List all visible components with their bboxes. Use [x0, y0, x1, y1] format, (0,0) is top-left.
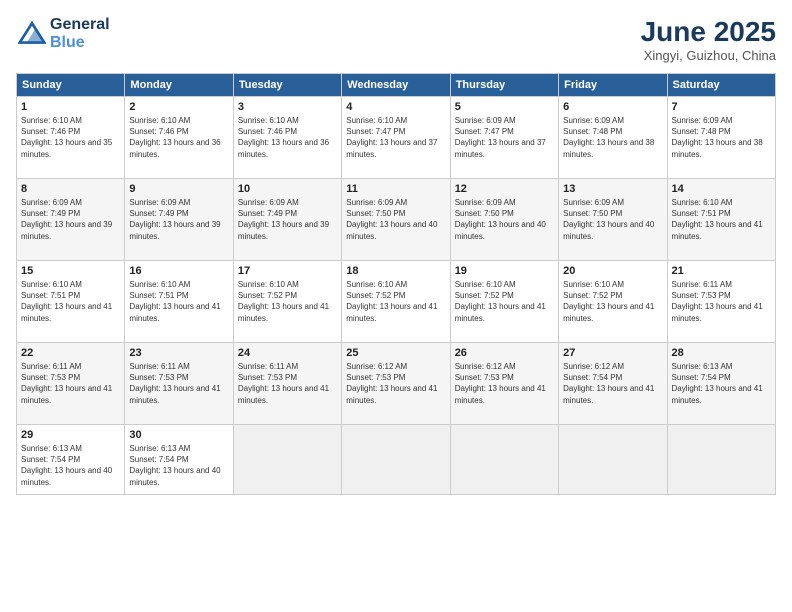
list-item: 19 Sunrise: 6:10 AMSunset: 7:52 PMDaylig…	[450, 261, 558, 343]
list-item: 13 Sunrise: 6:09 AMSunset: 7:50 PMDaylig…	[559, 179, 667, 261]
calendar-table: Sunday Monday Tuesday Wednesday Thursday…	[16, 73, 776, 495]
list-item: 15 Sunrise: 6:10 AMSunset: 7:51 PMDaylig…	[17, 261, 125, 343]
table-row: 22 Sunrise: 6:11 AMSunset: 7:53 PMDaylig…	[17, 343, 776, 425]
list-item: 17 Sunrise: 6:10 AMSunset: 7:52 PMDaylig…	[233, 261, 341, 343]
list-item: 16 Sunrise: 6:10 AMSunset: 7:51 PMDaylig…	[125, 261, 233, 343]
title-block: June 2025 Xingyi, Guizhou, China	[641, 16, 776, 63]
list-item: 30 Sunrise: 6:13 AMSunset: 7:54 PMDaylig…	[125, 425, 233, 495]
col-monday: Monday	[125, 74, 233, 97]
list-item: 23 Sunrise: 6:11 AMSunset: 7:53 PMDaylig…	[125, 343, 233, 425]
col-tuesday: Tuesday	[233, 74, 341, 97]
list-item: 14 Sunrise: 6:10 AMSunset: 7:51 PMDaylig…	[667, 179, 775, 261]
list-item: 29 Sunrise: 6:13 AMSunset: 7:54 PMDaylig…	[17, 425, 125, 495]
list-item: 3 Sunrise: 6:10 AMSunset: 7:46 PMDayligh…	[233, 97, 341, 179]
logo-blue: Blue	[50, 34, 110, 52]
table-row: 15 Sunrise: 6:10 AMSunset: 7:51 PMDaylig…	[17, 261, 776, 343]
list-item: 27 Sunrise: 6:12 AMSunset: 7:54 PMDaylig…	[559, 343, 667, 425]
table-row: 29 Sunrise: 6:13 AMSunset: 7:54 PMDaylig…	[17, 425, 776, 495]
list-item: 6 Sunrise: 6:09 AMSunset: 7:48 PMDayligh…	[559, 97, 667, 179]
list-item: 12 Sunrise: 6:09 AMSunset: 7:50 PMDaylig…	[450, 179, 558, 261]
list-item: 11 Sunrise: 6:09 AMSunset: 7:50 PMDaylig…	[342, 179, 450, 261]
list-item: 1 Sunrise: 6:10 AMSunset: 7:46 PMDayligh…	[17, 97, 125, 179]
list-item: 20 Sunrise: 6:10 AMSunset: 7:52 PMDaylig…	[559, 261, 667, 343]
empty-cell	[450, 425, 558, 495]
col-thursday: Thursday	[450, 74, 558, 97]
table-row: 1 Sunrise: 6:10 AMSunset: 7:46 PMDayligh…	[17, 97, 776, 179]
location: Xingyi, Guizhou, China	[641, 48, 776, 63]
list-item: 7 Sunrise: 6:09 AMSunset: 7:48 PMDayligh…	[667, 97, 775, 179]
list-item: 10 Sunrise: 6:09 AMSunset: 7:49 PMDaylig…	[233, 179, 341, 261]
list-item: 24 Sunrise: 6:11 AMSunset: 7:53 PMDaylig…	[233, 343, 341, 425]
logo: General Blue	[16, 16, 110, 52]
logo-general: General	[50, 16, 110, 34]
empty-cell	[342, 425, 450, 495]
page: General Blue June 2025 Xingyi, Guizhou, …	[0, 0, 792, 612]
header: General Blue June 2025 Xingyi, Guizhou, …	[16, 16, 776, 63]
col-friday: Friday	[559, 74, 667, 97]
list-item: 8 Sunrise: 6:09 AMSunset: 7:49 PMDayligh…	[17, 179, 125, 261]
month-title: June 2025	[641, 16, 776, 48]
table-row: 8 Sunrise: 6:09 AMSunset: 7:49 PMDayligh…	[17, 179, 776, 261]
col-saturday: Saturday	[667, 74, 775, 97]
logo-icon	[18, 18, 46, 46]
list-item: 22 Sunrise: 6:11 AMSunset: 7:53 PMDaylig…	[17, 343, 125, 425]
list-item: 2 Sunrise: 6:10 AMSunset: 7:46 PMDayligh…	[125, 97, 233, 179]
list-item: 25 Sunrise: 6:12 AMSunset: 7:53 PMDaylig…	[342, 343, 450, 425]
empty-cell	[667, 425, 775, 495]
calendar-header-row: Sunday Monday Tuesday Wednesday Thursday…	[17, 74, 776, 97]
list-item: 9 Sunrise: 6:09 AMSunset: 7:49 PMDayligh…	[125, 179, 233, 261]
col-sunday: Sunday	[17, 74, 125, 97]
empty-cell	[559, 425, 667, 495]
list-item: 18 Sunrise: 6:10 AMSunset: 7:52 PMDaylig…	[342, 261, 450, 343]
list-item: 28 Sunrise: 6:13 AMSunset: 7:54 PMDaylig…	[667, 343, 775, 425]
list-item: 21 Sunrise: 6:11 AMSunset: 7:53 PMDaylig…	[667, 261, 775, 343]
col-wednesday: Wednesday	[342, 74, 450, 97]
empty-cell	[233, 425, 341, 495]
list-item: 5 Sunrise: 6:09 AMSunset: 7:47 PMDayligh…	[450, 97, 558, 179]
list-item: 4 Sunrise: 6:10 AMSunset: 7:47 PMDayligh…	[342, 97, 450, 179]
list-item: 26 Sunrise: 6:12 AMSunset: 7:53 PMDaylig…	[450, 343, 558, 425]
